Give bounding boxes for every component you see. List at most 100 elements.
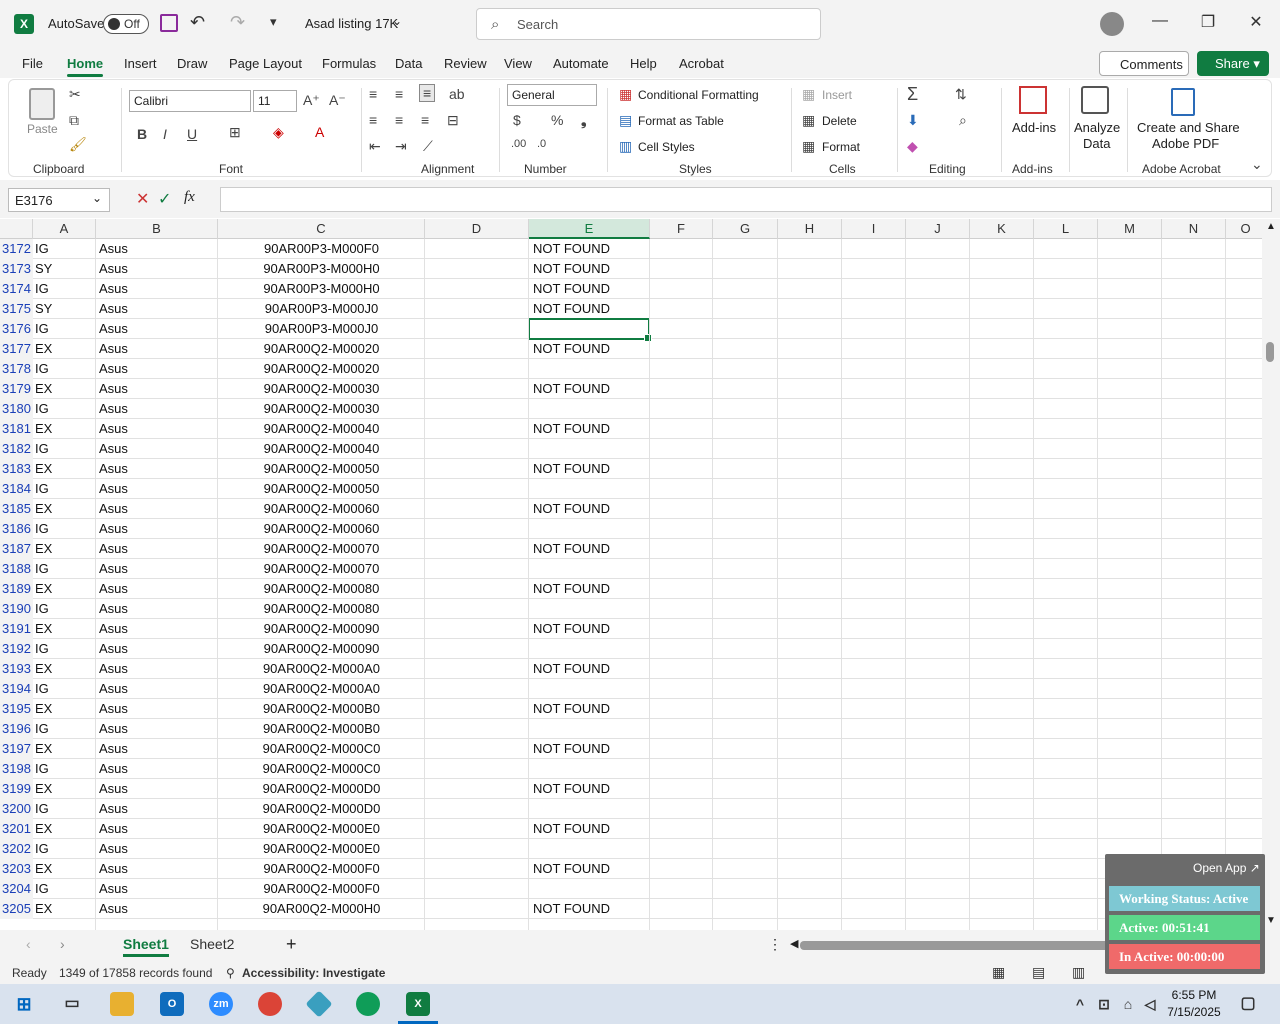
cell-e[interactable] (533, 439, 649, 459)
cell-a[interactable]: EX (35, 859, 95, 879)
clock-time[interactable]: 6:55 PM (1158, 988, 1230, 1002)
worksheet-grid[interactable]: ABCDEFGHIJKLMNO 3172 IG Asus 90AR00P3-M000F… (0, 219, 1262, 930)
italic-icon[interactable]: I (163, 126, 167, 142)
cell-c[interactable]: 90AR00P3-M000F0 (218, 239, 425, 259)
collapse-ribbon-icon[interactable]: ⌄ (1251, 156, 1263, 173)
column-header-f[interactable]: F (650, 219, 713, 239)
cell-e[interactable] (533, 559, 649, 579)
row-number[interactable]: 3189 (0, 579, 33, 599)
underline-icon[interactable]: U (187, 126, 197, 142)
avatar[interactable] (1100, 12, 1124, 36)
cell-a[interactable]: EX (35, 819, 95, 839)
format-as-table-button[interactable]: Format as Table (638, 114, 724, 128)
row-number[interactable]: 3176 (0, 319, 33, 339)
cell-b[interactable]: Asus (99, 399, 217, 419)
cell-c[interactable]: 90AR00Q2-M00050 (218, 459, 425, 479)
cell-b[interactable]: Asus (99, 379, 217, 399)
page-break-view-icon[interactable]: ▥ (1072, 964, 1085, 981)
share-button[interactable]: Share ▾ (1197, 51, 1269, 76)
enter-icon[interactable]: ✓ (158, 189, 171, 209)
chrome-icon[interactable] (258, 992, 282, 1016)
delete-cells-icon[interactable]: ▦ (802, 112, 815, 129)
row-number[interactable]: 3192 (0, 639, 33, 659)
cell-e[interactable] (533, 479, 649, 499)
row-number[interactable]: 3177 (0, 339, 33, 359)
cell-c[interactable]: 90AR00Q2-M000F0 (218, 879, 425, 899)
fill-icon[interactable]: ⬇ (907, 112, 919, 129)
cell-e[interactable] (533, 399, 649, 419)
row-number[interactable]: 3184 (0, 479, 33, 499)
cell-e[interactable]: NOT FOUND (533, 699, 649, 719)
align-left-icon[interactable]: ≡ (369, 112, 377, 128)
row-number[interactable]: 3185 (0, 499, 33, 519)
sheet-tab-sheet2[interactable]: Sheet2 (190, 936, 234, 952)
cell-a[interactable]: EX (35, 659, 95, 679)
cell-c[interactable]: 90AR00Q2-M00040 (218, 419, 425, 439)
cell-c[interactable]: 90AR00P3-M000J0 (218, 299, 425, 319)
cell-c[interactable]: 90AR00Q2-M00080 (218, 599, 425, 619)
cell-a[interactable]: IG (35, 279, 95, 299)
chevron-down-icon[interactable]: ⌄ (392, 14, 402, 28)
row-number[interactable]: 3195 (0, 699, 33, 719)
bold-icon[interactable]: B (137, 126, 147, 142)
cell-c[interactable]: 90AR00Q2-M00060 (218, 519, 425, 539)
cell-c[interactable]: 90AR00Q2-M00090 (218, 639, 425, 659)
format-cells-icon[interactable]: ▦ (802, 138, 815, 155)
network-icon[interactable]: ⊡ (1092, 992, 1116, 1016)
cell-b[interactable]: Asus (99, 479, 217, 499)
row-number[interactable]: 3205 (0, 899, 33, 919)
normal-view-icon[interactable]: ▦ (992, 964, 1005, 981)
cell-a[interactable]: IG (35, 879, 95, 899)
cell-b[interactable]: Asus (99, 439, 217, 459)
format-painter-icon[interactable]: 🖌 (69, 136, 87, 153)
cell-e[interactable]: NOT FOUND (533, 579, 649, 599)
cell-e[interactable]: NOT FOUND (533, 779, 649, 799)
column-header-m[interactable]: M (1098, 219, 1162, 239)
fill-color-icon[interactable]: ◈ (273, 124, 284, 141)
cell-b[interactable]: Asus (99, 299, 217, 319)
customize-qat-icon[interactable]: ▾ (270, 14, 277, 30)
cell-a[interactable]: EX (35, 379, 95, 399)
align-top-icon[interactable]: ≡ (369, 86, 377, 102)
cell-b[interactable]: Asus (99, 499, 217, 519)
clock-date[interactable]: 7/15/2025 (1158, 1005, 1230, 1019)
row-number[interactable]: 3178 (0, 359, 33, 379)
cell-a[interactable]: EX (35, 539, 95, 559)
conditional-formatting-icon[interactable]: ▦ (619, 86, 632, 103)
cell-e[interactable] (533, 679, 649, 699)
cell-a[interactable]: EX (35, 779, 95, 799)
column-header-i[interactable]: I (842, 219, 906, 239)
row-number[interactable]: 3187 (0, 539, 33, 559)
column-header-k[interactable]: K (970, 219, 1034, 239)
format-cells-button[interactable]: Format (822, 140, 860, 154)
copy-icon[interactable]: ⧉ (69, 112, 79, 129)
cell-b[interactable]: Asus (99, 719, 217, 739)
currency-icon[interactable]: $ (513, 112, 521, 128)
cell-e[interactable] (533, 639, 649, 659)
cell-b[interactable]: Asus (99, 459, 217, 479)
cell-a[interactable]: IG (35, 359, 95, 379)
row-number[interactable]: 3186 (0, 519, 33, 539)
decrease-decimal-icon[interactable]: .0 (537, 138, 546, 150)
tab-home[interactable]: Home (67, 56, 104, 77)
analyze-data-icon[interactable] (1081, 86, 1109, 114)
column-header-n[interactable]: N (1162, 219, 1226, 239)
chrome-profile-icon[interactable] (356, 992, 380, 1016)
orientation-icon[interactable]: ⟋ (423, 138, 433, 155)
delete-cells-button[interactable]: Delete (822, 114, 857, 128)
row-number[interactable]: 3172 (0, 239, 33, 259)
shrink-font-icon[interactable]: A⁻ (329, 92, 346, 109)
cell-a[interactable]: EX (35, 739, 95, 759)
more-options-icon[interactable]: ⋮ (768, 936, 782, 953)
cell-c[interactable]: 90AR00P3-M000H0 (218, 279, 425, 299)
column-header-a[interactable]: A (33, 219, 96, 239)
minimize-icon[interactable]: — (1148, 12, 1172, 30)
cell-b[interactable]: Asus (99, 559, 217, 579)
add-ins-button[interactable]: Add-ins (1012, 120, 1056, 135)
cell-e[interactable]: NOT FOUND (533, 339, 649, 359)
cell-a[interactable]: IG (35, 239, 95, 259)
undo-icon[interactable]: ↶ (190, 12, 205, 33)
cell-c[interactable]: 90AR00Q2-M00050 (218, 479, 425, 499)
format-as-table-icon[interactable]: ▤ (619, 112, 632, 129)
close-icon[interactable]: ✕ (1244, 12, 1268, 32)
